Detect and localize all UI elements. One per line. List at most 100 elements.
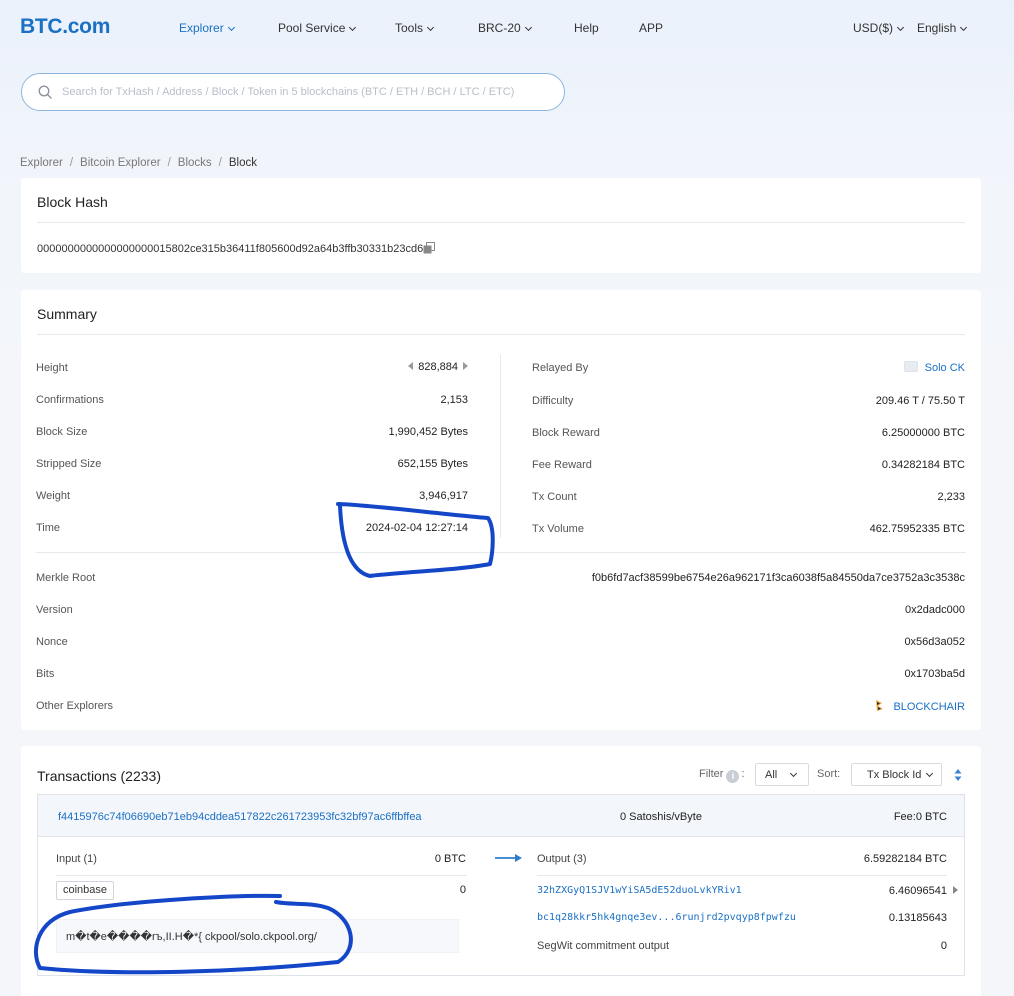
relayed-by-link[interactable]: Solo CK xyxy=(925,362,965,374)
weight-label: Weight xyxy=(36,490,71,502)
segwit-commitment-label: SegWit commitment output xyxy=(537,940,670,952)
filter-value: All xyxy=(765,769,778,781)
tx-count-label: Tx Count xyxy=(532,491,577,503)
blockchair-link[interactable]: BLOCKCHAIR xyxy=(893,701,965,713)
sort-select[interactable]: Tx Block Id xyxy=(851,763,942,786)
nav-explorer[interactable]: Explorer xyxy=(179,21,235,35)
sort-label: Sort: xyxy=(817,768,841,780)
filter-select[interactable]: All xyxy=(755,763,809,786)
search-input[interactable] xyxy=(62,82,552,102)
chevron-down-icon xyxy=(426,23,435,32)
coinbase-script: m�t�e����rъ,II.H�*{ ckpool/solo.ckpool.o… xyxy=(56,919,459,953)
transaction-fee: Fee:0 BTC xyxy=(893,811,947,823)
output-value: 0.13185643 xyxy=(888,912,947,924)
divider xyxy=(36,552,966,553)
stripped-size-value: 652,155 Bytes xyxy=(397,458,468,470)
breadcrumb-bitcoin-explorer[interactable]: Bitcoin Explorer xyxy=(80,157,161,169)
breadcrumb-blocks[interactable]: Blocks xyxy=(178,157,212,169)
relayed-by-label: Relayed By xyxy=(532,362,589,374)
merkle-root-label: Merkle Root xyxy=(36,572,96,584)
output-total: 6.59282184 BTC xyxy=(863,853,947,865)
tx-count-value: 2,233 xyxy=(937,491,965,503)
chevron-down-icon xyxy=(960,23,968,32)
version-label: Version xyxy=(36,604,73,616)
transactions-card: Transactions (2233) Filter i: All Sort: T… xyxy=(21,746,981,996)
top-nav: BTC.com Explorer Pool Service Tools BRC-… xyxy=(0,0,1014,56)
breadcrumb-separator: / xyxy=(167,157,171,169)
currency-selector[interactable]: USD($) xyxy=(853,21,905,35)
nav-help[interactable]: Help xyxy=(574,21,599,35)
nav-help-label: Help xyxy=(574,21,599,35)
output-address-link[interactable]: 32hZXGyQ1SJV1wYiSA5dE52duoLvkYRiv1 xyxy=(537,885,742,896)
nav-brc20-label: BRC-20 xyxy=(478,21,521,35)
block-size-label: Block Size xyxy=(36,426,88,438)
weight-value: 3,946,917 xyxy=(419,490,468,502)
transaction-id-link[interactable]: f4415976c74f06690eb71eb94cddea517822c261… xyxy=(58,811,422,823)
next-block-icon[interactable] xyxy=(463,362,468,370)
chevron-down-icon xyxy=(524,23,532,32)
nav-brc20[interactable]: BRC-20 xyxy=(478,21,532,35)
nav-explorer-label: Explorer xyxy=(179,21,224,35)
coinbase-value: 0 xyxy=(459,884,466,896)
nonce-label: Nonce xyxy=(36,636,68,648)
block-hash-value: 0000000000000000000015802ce315b36411f805… xyxy=(37,243,424,255)
divider xyxy=(537,875,947,876)
difficulty-value: 209.46 T / 75.50 T xyxy=(875,395,965,407)
bits-value: 0x1703ba5d xyxy=(904,668,965,680)
version-value: 0x2dadc000 xyxy=(905,604,965,616)
breadcrumb-explorer[interactable]: Explorer xyxy=(20,157,63,169)
blockchair-icon xyxy=(876,700,884,711)
transaction-item: f4415976c74f06690eb71eb94cddea517822c261… xyxy=(37,794,965,976)
previous-block-icon[interactable] xyxy=(408,362,414,370)
nav-tools[interactable]: Tools xyxy=(395,21,435,35)
confirmations-value: 2,153 xyxy=(440,394,468,406)
height-number: 828,884 xyxy=(418,361,458,373)
coinbase-tag: coinbase xyxy=(56,881,115,900)
arrow-right-icon xyxy=(495,854,522,862)
btc-com-logo[interactable]: BTC.com xyxy=(20,15,110,39)
chevron-down-icon xyxy=(926,769,934,778)
chevron-down-icon xyxy=(790,769,798,778)
stripped-size-label: Stripped Size xyxy=(36,458,102,470)
relayed-by-value: Solo CK xyxy=(903,361,965,374)
divider xyxy=(56,875,467,876)
breadcrumb-separator: / xyxy=(69,157,74,169)
tx-volume-label: Tx Volume xyxy=(532,523,584,535)
expand-output-icon[interactable] xyxy=(953,885,958,897)
copy-icon[interactable] xyxy=(423,242,435,254)
pool-logo-icon xyxy=(903,361,918,372)
tx-volume-value: 462.75952335 BTC xyxy=(869,523,965,535)
sort-order-icon[interactable] xyxy=(954,768,962,782)
nav-app[interactable]: APP xyxy=(639,21,663,35)
transactions-title: Transactions (2233) xyxy=(37,768,161,784)
fee-rate: 0 Satoshis/vByte xyxy=(620,811,702,823)
search-bar xyxy=(21,73,565,111)
summary-card: Summary Height 828,884 Confirmations 2,1… xyxy=(21,290,981,730)
block-hash-card: Block Hash 0000000000000000000015802ce31… xyxy=(21,178,981,273)
confirmations-label: Confirmations xyxy=(36,394,104,406)
currency-label: USD($) xyxy=(853,21,894,35)
search-icon[interactable] xyxy=(38,85,52,99)
bits-label: Bits xyxy=(36,668,55,680)
other-explorers-value: BLOCKCHAIR xyxy=(873,699,965,713)
time-label: Time xyxy=(36,522,61,534)
chevron-down-icon xyxy=(349,23,357,32)
nav-pool-service[interactable]: Pool Service xyxy=(278,21,357,35)
other-explorers-label: Other Explorers xyxy=(36,700,114,712)
divider xyxy=(37,222,965,223)
block-size-value: 1,990,452 Bytes xyxy=(388,426,468,438)
divider xyxy=(37,334,965,335)
nav-pool-service-label: Pool Service xyxy=(278,21,346,35)
nav-app-label: APP xyxy=(639,21,664,35)
filter-label: Filter i: xyxy=(699,768,745,783)
input-total: 0 BTC xyxy=(434,853,466,865)
time-value: 2024-02-04 12:27:14 xyxy=(365,522,468,534)
chevron-down-icon xyxy=(896,23,905,32)
filter-text: Filter xyxy=(699,768,724,780)
output-address-link[interactable]: bc1q28kkr5hk4gnqe3ev...6runjrd2pvqyp8fpw… xyxy=(537,912,796,923)
output-value: 6.46096541 xyxy=(888,885,947,897)
block-hash-title: Block Hash xyxy=(37,194,108,210)
info-icon[interactable]: i xyxy=(726,770,740,783)
merkle-root-value: f0b6fd7acf38599be6754e26a962171f3ca6038f… xyxy=(591,572,965,584)
language-selector[interactable]: English xyxy=(917,21,968,35)
